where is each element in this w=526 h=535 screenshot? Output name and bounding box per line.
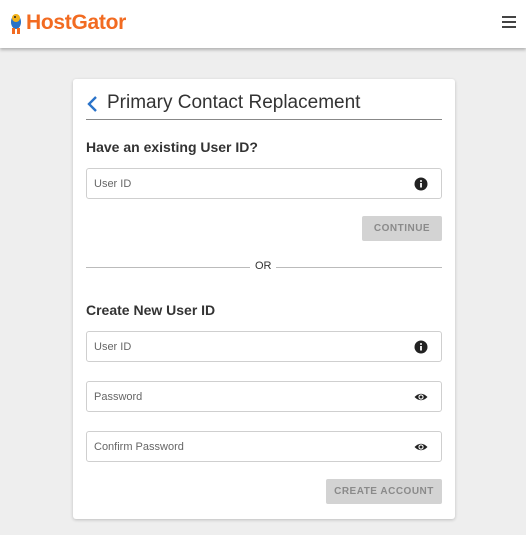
existing-user-id-input[interactable] bbox=[94, 169, 394, 198]
password-field[interactable] bbox=[86, 381, 442, 412]
existing-user-id-field[interactable] bbox=[86, 168, 442, 199]
contact-replacement-card: Primary Contact Replacement Have an exis… bbox=[73, 79, 455, 519]
password-input[interactable] bbox=[94, 382, 394, 411]
continue-button[interactable]: CONTINUE bbox=[362, 216, 442, 241]
info-icon[interactable] bbox=[414, 340, 428, 354]
divider-line-left bbox=[86, 267, 250, 268]
or-divider: OR bbox=[86, 260, 442, 274]
divider-line-right bbox=[276, 267, 442, 268]
top-bar: HostGator bbox=[0, 0, 526, 48]
create-account-button[interactable]: CREATE ACCOUNT bbox=[326, 479, 442, 504]
hamburger-menu-icon[interactable] bbox=[502, 16, 516, 28]
page-title: Primary Contact Replacement bbox=[107, 92, 361, 113]
brand-name: HostGator bbox=[26, 11, 126, 34]
new-user-id-input[interactable] bbox=[94, 332, 394, 361]
or-label: OR bbox=[255, 260, 272, 272]
confirm-password-field[interactable] bbox=[86, 431, 442, 462]
chevron-left-icon[interactable] bbox=[86, 95, 100, 113]
card-header: Primary Contact Replacement bbox=[86, 91, 442, 120]
existing-user-heading: Have an existing User ID? bbox=[86, 139, 258, 155]
create-user-heading: Create New User ID bbox=[86, 302, 216, 318]
brand-logo[interactable]: HostGator bbox=[8, 10, 126, 36]
new-user-id-field[interactable] bbox=[86, 331, 442, 362]
confirm-password-input[interactable] bbox=[94, 432, 394, 461]
info-icon[interactable] bbox=[414, 177, 428, 191]
eye-icon[interactable] bbox=[414, 440, 428, 454]
eye-icon[interactable] bbox=[414, 390, 428, 404]
gator-mascot-icon bbox=[11, 14, 21, 34]
